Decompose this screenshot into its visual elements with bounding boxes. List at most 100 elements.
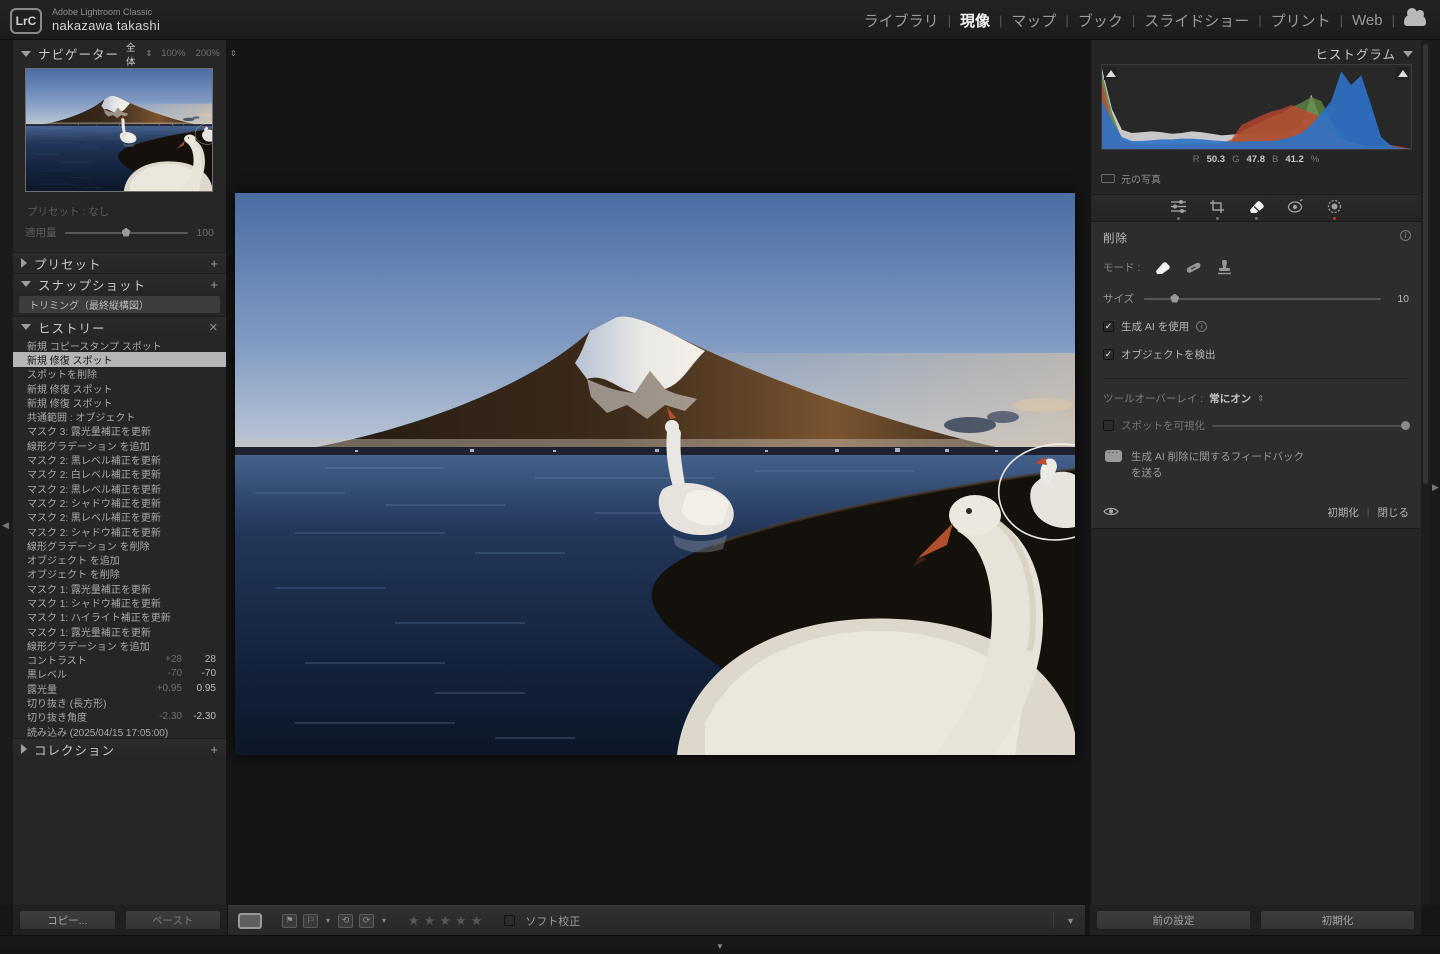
histogram-header[interactable]: ヒストグラム	[1091, 43, 1421, 64]
history-item[interactable]: マスク 1: 露光量補正を更新	[13, 624, 226, 638]
crop-tool-button[interactable]	[1209, 199, 1226, 220]
filmstrip-bar[interactable]: ▼	[0, 935, 1440, 948]
reset-button[interactable]: 初期化	[1260, 910, 1415, 930]
presets-header[interactable]: プリセット +	[13, 252, 226, 273]
amount-slider[interactable]	[65, 232, 189, 234]
left-collapse-arrow-icon[interactable]: ◀	[2, 520, 9, 531]
eye-icon[interactable]	[1103, 504, 1119, 522]
history-header[interactable]: ヒストリー ✕	[13, 316, 226, 337]
feedback-link[interactable]: 生成 AI 削除に関するフィードバックを送る	[1131, 449, 1306, 482]
collections-header[interactable]: コレクション +	[13, 738, 226, 759]
amount-slider-thumb[interactable]	[122, 228, 131, 237]
add-collection-button[interactable]: +	[210, 742, 218, 757]
toolbar-options-chevron-icon[interactable]: ▼	[1053, 913, 1075, 929]
history-item[interactable]: マスク 2: 黒レベル補正を更新	[13, 510, 226, 524]
stepper-icon[interactable]: ⇕	[1257, 394, 1263, 403]
cloud-sync-icon[interactable]	[1404, 14, 1426, 26]
navigator-zoom-option-3[interactable]: 200%	[196, 48, 220, 59]
history-item[interactable]: マスク 1: シャドウ補正を更新	[13, 595, 226, 609]
visualize-spots-checkbox[interactable]: ✓	[1103, 420, 1114, 431]
heal-tool-button[interactable]	[1248, 199, 1265, 220]
history-item[interactable]: 新規 修復 スポット	[13, 395, 226, 409]
highlight-clipping-indicator[interactable]	[1396, 67, 1409, 80]
original-photo-row[interactable]: 元の写真	[1091, 165, 1421, 195]
history-item[interactable]: 線形グラデーション を削除	[13, 538, 226, 552]
use-gen-ai-checkbox[interactable]: ✓	[1103, 321, 1114, 332]
edit-tool-button[interactable]	[1170, 199, 1187, 220]
navigator-thumbnail[interactable]	[25, 68, 213, 192]
history-item[interactable]: マスク 2: 黒レベル補正を更新	[13, 452, 226, 466]
module-item-3[interactable]: マップ	[1011, 10, 1056, 31]
detect-objects-row[interactable]: ✓ オブジェクトを検出	[1103, 347, 1409, 362]
history-item[interactable]: 新規 コピースタンプ スポット	[13, 338, 226, 352]
star-icon[interactable]: ★	[471, 913, 483, 929]
info-icon[interactable]: i	[1400, 230, 1411, 241]
history-item[interactable]: 共通範囲 : オブジェクト	[13, 409, 226, 423]
detect-objects-checkbox[interactable]: ✓	[1103, 349, 1114, 360]
feedback-row[interactable]: 生成 AI 削除に関するフィードバックを送る	[1105, 449, 1409, 482]
history-item[interactable]: 新規 修復 スポット	[13, 352, 226, 366]
paste-button[interactable]: ペースト	[125, 910, 222, 930]
history-item[interactable]: マスク 1: 露光量補正を更新	[13, 581, 226, 595]
module-item-1[interactable]: ライブラリ	[864, 10, 939, 31]
stepper-icon[interactable]: ⇕	[146, 49, 152, 58]
rotate-right-button[interactable]: ⟳	[359, 914, 374, 928]
heal-reset-button[interactable]: 初期化	[1327, 505, 1359, 520]
history-item[interactable]: 読み込み (2025/04/15 17:05:00)	[13, 724, 226, 738]
navigator-zoom-option-2[interactable]: 100%	[161, 48, 185, 59]
info-icon[interactable]: i	[1196, 321, 1207, 332]
module-item-6[interactable]: プリント	[1271, 10, 1331, 31]
history-item[interactable]: マスク 3: 露光量補正を更新	[13, 424, 226, 438]
module-item-7[interactable]: Web	[1352, 12, 1383, 29]
mode-heal-icon[interactable]	[1185, 260, 1202, 275]
previous-settings-button[interactable]: 前の設定	[1096, 910, 1251, 930]
redeye-tool-button[interactable]	[1287, 199, 1304, 220]
rotate-left-button[interactable]: ⟲	[338, 914, 353, 928]
size-slider-thumb[interactable]	[1170, 294, 1179, 303]
stepper-icon[interactable]: ⇕	[230, 49, 236, 58]
navigator-header[interactable]: ナビゲーター 全体⇕100%200%⇕	[13, 43, 226, 64]
add-snapshot-button[interactable]: +	[210, 277, 218, 292]
flag-reject-button[interactable]: ⚐	[303, 914, 318, 928]
mode-eraser-icon[interactable]	[1154, 260, 1171, 275]
star-icon[interactable]: ★	[439, 913, 451, 929]
filmstrip-collapse-icon[interactable]: ▼	[716, 942, 724, 951]
history-item[interactable]: オブジェクト を削除	[13, 567, 226, 581]
star-icon[interactable]: ★	[408, 913, 420, 929]
add-preset-button[interactable]: +	[210, 256, 218, 271]
masking-tool-button[interactable]	[1326, 199, 1343, 220]
star-icon[interactable]: ★	[424, 913, 436, 929]
snapshots-header[interactable]: スナップショット +	[13, 273, 226, 294]
visualize-slider[interactable]	[1212, 425, 1409, 427]
history-item[interactable]: 切り抜き (長方形)	[13, 695, 226, 709]
navigator-zoom-option-1[interactable]: 全体	[126, 40, 136, 68]
history-item[interactable]: スポットを削除	[13, 367, 226, 381]
visualize-slider-thumb[interactable]	[1401, 421, 1410, 430]
history-item[interactable]: 切り抜き角度-2.30-2.30	[13, 710, 226, 724]
chevron-down-icon[interactable]: ▾	[326, 916, 330, 925]
right-collapse-arrow-icon[interactable]: ▶	[1432, 482, 1439, 493]
history-item[interactable]: マスク 2: シャドウ補正を更新	[13, 495, 226, 509]
mode-clone-stamp-icon[interactable]	[1216, 260, 1233, 275]
history-item[interactable]: 黒レベル-70-70	[13, 667, 226, 681]
right-scrollbar[interactable]	[1421, 40, 1430, 905]
original-photo-toggle[interactable]	[1101, 174, 1115, 183]
history-item[interactable]: コントラスト+2828	[13, 653, 226, 667]
history-item[interactable]: オブジェクト を追加	[13, 552, 226, 566]
history-item[interactable]: マスク 2: シャドウ補正を更新	[13, 524, 226, 538]
chevron-down-icon[interactable]: ▾	[382, 916, 386, 925]
history-item[interactable]: マスク 2: 黒レベル補正を更新	[13, 481, 226, 495]
use-gen-ai-row[interactable]: ✓ 生成 AI を使用 i	[1103, 319, 1409, 334]
star-rating[interactable]: ★★★★★	[408, 913, 482, 929]
history-item[interactable]: マスク 2: 白レベル補正を更新	[13, 467, 226, 481]
tool-overlay-value[interactable]: 常にオン	[1209, 391, 1251, 406]
history-item[interactable]: 露光量+0.950.95	[13, 681, 226, 695]
soft-proof-checkbox[interactable]: ✓	[504, 915, 515, 926]
history-item[interactable]: マスク 1: ハイライト補正を更新	[13, 610, 226, 624]
heal-close-button[interactable]: 閉じる	[1378, 505, 1410, 520]
flag-pick-button[interactable]: ⚑	[282, 914, 297, 928]
size-slider[interactable]	[1144, 298, 1381, 300]
module-item-2[interactable]: 現像	[960, 10, 990, 31]
star-icon[interactable]: ★	[455, 913, 467, 929]
history-item[interactable]: 新規 修復 スポット	[13, 381, 226, 395]
